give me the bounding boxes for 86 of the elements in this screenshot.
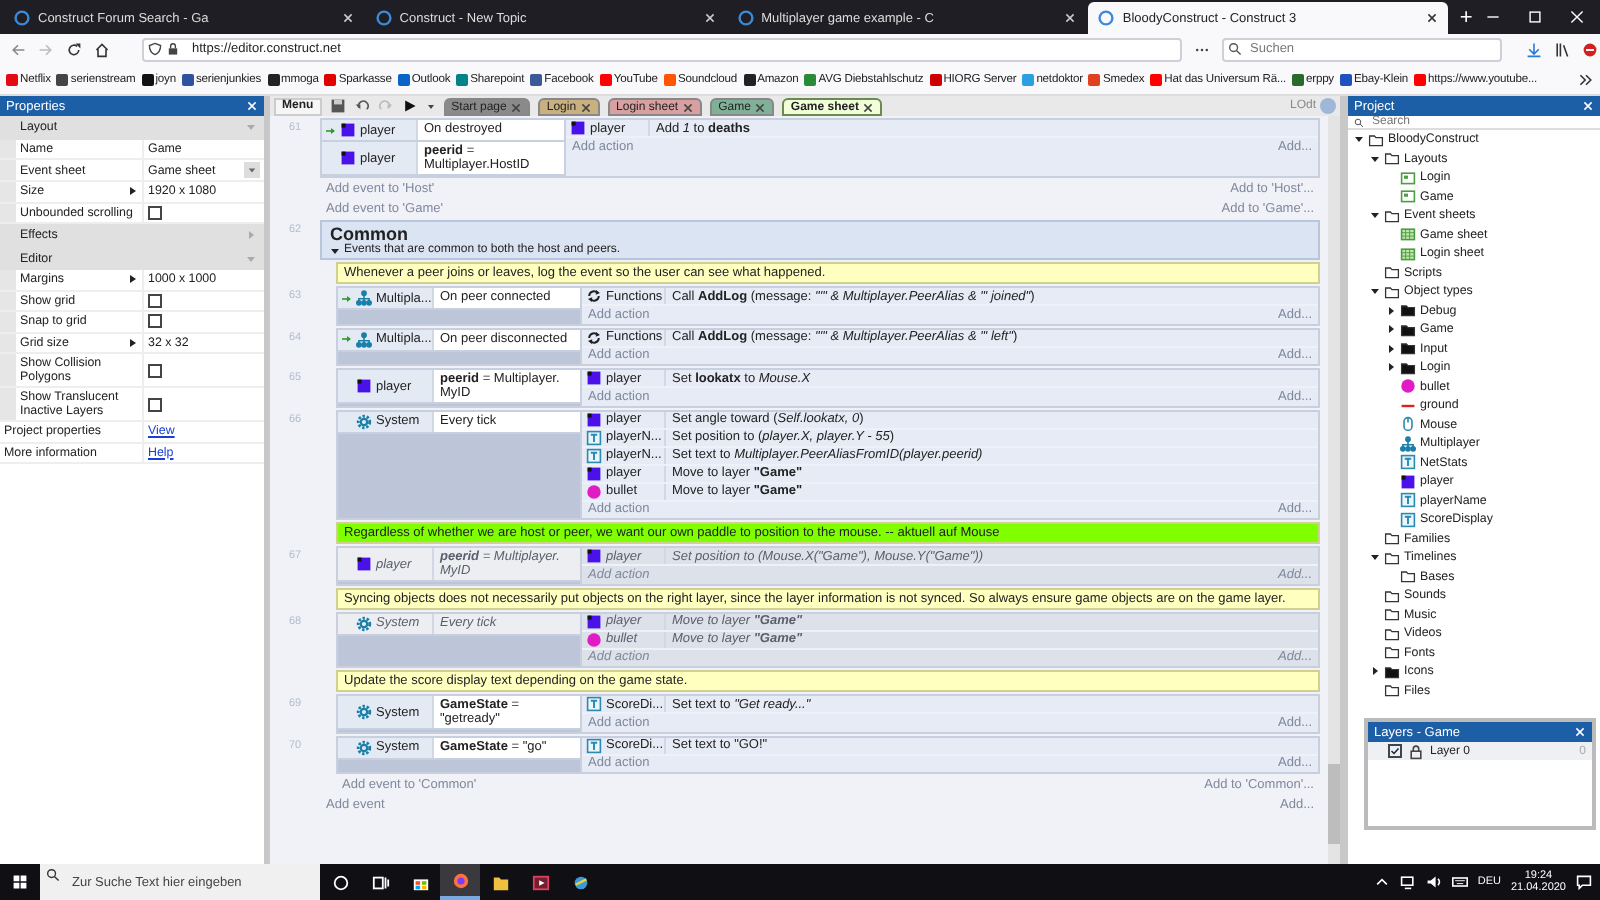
circle-icon[interactable] xyxy=(331,873,349,891)
sprite-icon xyxy=(356,556,372,572)
collapse-arrow-icon[interactable] xyxy=(1386,324,1396,335)
expand-arrow-icon[interactable] xyxy=(128,337,138,348)
maximize-icon[interactable] xyxy=(1527,10,1542,24)
sprite-icon xyxy=(586,613,602,629)
caret-icon[interactable] xyxy=(425,101,436,111)
checkbox[interactable] xyxy=(148,397,162,411)
network-icon xyxy=(356,290,372,306)
expand-arrow-icon[interactable] xyxy=(1370,286,1380,297)
windows-logo-icon[interactable] xyxy=(12,874,28,890)
expand-arrow-icon[interactable] xyxy=(1354,134,1364,145)
caret-up-icon[interactable] xyxy=(1373,874,1390,890)
collapse-arrow-icon[interactable] xyxy=(1370,666,1380,677)
speaker-icon[interactable] xyxy=(1425,874,1442,890)
checkbox[interactable] xyxy=(148,314,162,329)
expand-arrow-icon[interactable] xyxy=(1370,153,1380,164)
collapse-arrow-icon[interactable] xyxy=(1386,362,1396,373)
check-icon xyxy=(1390,746,1400,756)
mouse-icon xyxy=(1400,416,1416,433)
collapse-arrow-icon[interactable] xyxy=(1386,343,1396,354)
text-object-icon xyxy=(1400,454,1416,471)
sprite-icon xyxy=(586,411,602,427)
network-icon xyxy=(356,331,372,347)
ball-icon xyxy=(1400,378,1416,395)
network-icon xyxy=(1400,435,1416,452)
circle-logo-icon xyxy=(14,10,30,26)
ball-icon xyxy=(586,631,602,647)
close-icon[interactable] xyxy=(862,101,875,113)
reload-icon[interactable] xyxy=(66,41,82,57)
library-icon[interactable] xyxy=(1554,41,1570,57)
expand-arrow-icon[interactable] xyxy=(1370,552,1380,563)
sprite-icon xyxy=(586,465,602,481)
gear-icon xyxy=(356,413,372,429)
task-view-icon[interactable] xyxy=(371,873,389,891)
expand-arrow-icon[interactable] xyxy=(330,245,340,255)
keyboard-icon[interactable] xyxy=(1451,874,1468,890)
notification-icon[interactable] xyxy=(1576,874,1592,890)
circle-logo-icon xyxy=(375,10,392,26)
sprite-icon xyxy=(586,548,602,564)
checkbox[interactable] xyxy=(148,293,162,308)
cycle-arrows-icon xyxy=(586,288,602,304)
new-tab-button[interactable]: + xyxy=(1450,2,1482,34)
dropdown-caret-icon[interactable] xyxy=(244,162,260,178)
save-icon[interactable] xyxy=(329,98,346,114)
chevron-icon[interactable] xyxy=(1578,71,1594,87)
shopping-bag-icon[interactable] xyxy=(411,873,429,891)
stop-sign-icon[interactable] xyxy=(1582,41,1598,57)
folder-icon[interactable] xyxy=(491,873,509,891)
sprite-icon xyxy=(570,120,586,136)
checkbox[interactable] xyxy=(1388,744,1402,758)
home-icon[interactable] xyxy=(94,41,110,57)
sprite-icon xyxy=(340,122,356,138)
group-title: Common xyxy=(330,224,410,244)
video-icon[interactable] xyxy=(531,873,549,891)
browser-icon[interactable] xyxy=(451,871,469,889)
expand-arrow-icon[interactable] xyxy=(128,274,138,285)
undo-icon[interactable] xyxy=(353,98,370,114)
app-icon[interactable] xyxy=(571,873,589,891)
scrollbar[interactable] xyxy=(1328,116,1340,864)
sprite-icon xyxy=(586,370,602,386)
download-icon[interactable] xyxy=(1526,41,1542,57)
collapse-arrow-icon[interactable] xyxy=(1386,305,1396,316)
cycle-arrows-icon xyxy=(586,329,602,345)
ball-icon xyxy=(586,483,602,499)
sprite-icon xyxy=(340,150,356,166)
checkbox[interactable] xyxy=(148,363,162,377)
circle-logo-icon xyxy=(737,10,754,26)
sprite-icon xyxy=(1400,473,1416,490)
folder-icon xyxy=(1384,207,1400,224)
expand-arrow-icon[interactable] xyxy=(128,186,138,197)
lock-icon[interactable] xyxy=(1408,743,1424,759)
gear-icon xyxy=(356,739,372,755)
sprite-icon xyxy=(356,378,372,394)
network-icon[interactable] xyxy=(1399,874,1416,890)
back-arrow-icon[interactable] xyxy=(10,41,26,57)
event-block[interactable] xyxy=(336,409,1320,520)
text-object-icon xyxy=(586,696,602,712)
checkbox[interactable] xyxy=(148,205,162,220)
gear-icon xyxy=(356,615,372,631)
gear-icon xyxy=(356,704,372,720)
text-object-icon xyxy=(586,737,602,753)
circle-logo-icon xyxy=(1098,10,1115,26)
expand-arrow-icon[interactable] xyxy=(1370,210,1380,221)
close-icon[interactable] xyxy=(1426,12,1439,24)
minimize-icon[interactable] xyxy=(1485,10,1500,24)
